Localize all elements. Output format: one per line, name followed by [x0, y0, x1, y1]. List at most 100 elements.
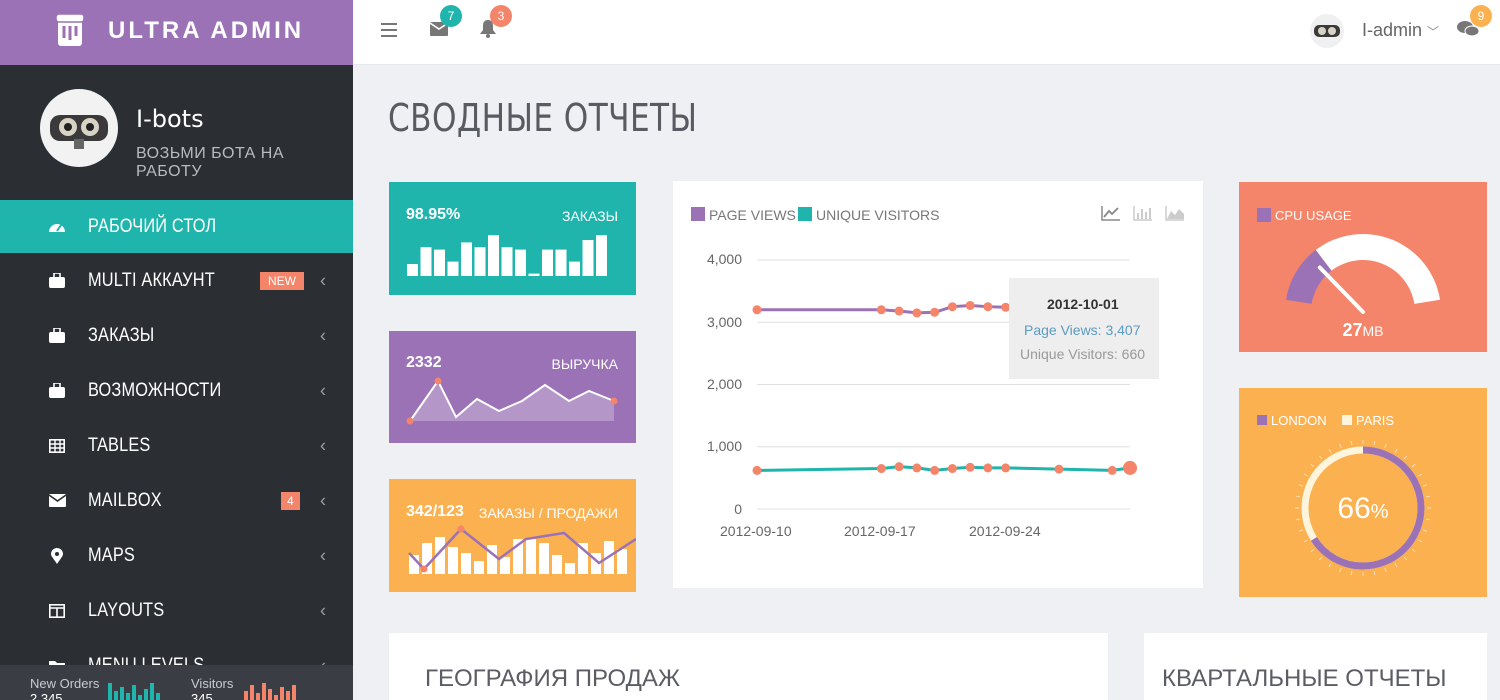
- data-point[interactable]: [876, 464, 886, 474]
- hamburger-menu-icon[interactable]: [381, 23, 397, 37]
- data-point[interactable]: [912, 463, 922, 473]
- chevron-left-icon: ‹: [320, 600, 326, 620]
- sidebar-item-mailbox[interactable]: MAILBOX 4 ‹: [0, 473, 353, 528]
- sidebar-item-features[interactable]: ВОЗМОЖНОСТИ ‹: [0, 363, 353, 418]
- series-line-unique-visitors: [756, 465, 1131, 472]
- donut-tick: [1350, 570, 1353, 576]
- orders-sales-tile[interactable]: 342/123 ЗАКАЗЫ / ПРОДАЖИ: [389, 479, 636, 592]
- data-point[interactable]: [1107, 465, 1117, 475]
- cpu-usage-tile[interactable]: CPU USAGE 27MB: [1239, 182, 1487, 352]
- cpu-gauge-needle: [1317, 265, 1365, 314]
- sparkbar: [447, 261, 459, 276]
- data-point[interactable]: [983, 302, 993, 312]
- columns-icon: [48, 602, 66, 620]
- cpu-value: 27: [1342, 320, 1363, 340]
- data-point[interactable]: [894, 306, 904, 316]
- revenue-label: ВЫРУЧКА: [551, 356, 618, 372]
- sparkbar: [501, 247, 513, 276]
- table-icon: [48, 437, 66, 455]
- orders-value: 98.95%: [406, 206, 461, 223]
- donut-tick: [1350, 440, 1353, 446]
- chevron-left-icon: ‹: [320, 325, 326, 345]
- donut-tick: [1373, 570, 1376, 576]
- donut-tick: [1384, 443, 1387, 449]
- sidebar-menu: РАБОЧИЙ СТОЛ MULTI АККАУНТ NEW ‹ ЗАКАЗЫ …: [0, 200, 353, 693]
- data-point[interactable]: [894, 462, 904, 472]
- map-marker-icon: [48, 547, 66, 565]
- donut-tick: [1298, 529, 1304, 532]
- cpu-legend-swatch: [1257, 208, 1271, 222]
- briefcase-icon: [48, 327, 66, 345]
- sidebar-item-label: РАБОЧИЙ СТОЛ: [88, 215, 217, 237]
- donut-tick: [1318, 556, 1323, 561]
- data-point[interactable]: [1123, 460, 1137, 475]
- sidebar-item-label: MAILBOX: [88, 489, 162, 511]
- sidebar-item-label: MULTI АККАУНТ: [88, 269, 215, 291]
- sidebar-item-label: ЗАКАЗЫ: [88, 324, 155, 346]
- sparkbar: [569, 261, 580, 276]
- cities-tile[interactable]: LONDON PARIS 66%: [1239, 388, 1487, 597]
- donut-tick: [1422, 529, 1428, 532]
- sidebar-item-maps[interactable]: MAPS ‹: [0, 528, 353, 583]
- donut-tick: [1310, 548, 1315, 553]
- donut-tick: [1303, 539, 1308, 543]
- sidebar-item-orders[interactable]: ЗАКАЗЫ ‹: [0, 308, 353, 363]
- donut-tick: [1373, 440, 1376, 446]
- data-point[interactable]: [1001, 463, 1011, 473]
- user-menu-toggle[interactable]: I-admin ﹀: [1362, 20, 1439, 41]
- sidebar-item-multi-account[interactable]: MULTI АККАУНТ NEW ‹: [0, 253, 353, 308]
- orders-label: ЗАКАЗЫ: [562, 208, 618, 224]
- logo-icon: [55, 13, 85, 46]
- data-point[interactable]: [752, 305, 762, 315]
- cpu-unit: MB: [1362, 323, 1384, 339]
- donut-tick: [1328, 448, 1332, 453]
- data-point[interactable]: [752, 465, 762, 475]
- orders-tile[interactable]: 98.95% ЗАКАЗЫ: [389, 182, 636, 295]
- profile-subtitle: ВОЗЬМИ БОТА НА РАБОТУ: [136, 145, 285, 180]
- revenue-tile[interactable]: 2332 ВЫРУЧКА: [389, 331, 636, 443]
- data-point[interactable]: [983, 463, 993, 473]
- sidebar-item-tables[interactable]: TABLES ‹: [0, 418, 353, 473]
- user-avatar[interactable]: [1310, 14, 1344, 48]
- data-point[interactable]: [912, 308, 922, 318]
- robot-avatar-icon: [1314, 25, 1340, 37]
- data-point[interactable]: [930, 307, 940, 317]
- donut-tick: [1394, 448, 1398, 453]
- sidebar-item-layouts[interactable]: LAYOUTS ‹: [0, 583, 353, 638]
- data-point[interactable]: [1054, 464, 1064, 474]
- topbar: 7 3 I-admin ﹀ 9: [353, 0, 1500, 65]
- london-swatch: [1257, 415, 1267, 425]
- data-point[interactable]: [947, 464, 957, 474]
- data-point[interactable]: [965, 300, 975, 310]
- donut-tick: [1403, 556, 1408, 561]
- sparkbar: [434, 249, 445, 276]
- donut-tick: [1339, 443, 1342, 449]
- data-point[interactable]: [965, 462, 975, 472]
- sidebar-item-dashboard[interactable]: РАБОЧИЙ СТОЛ: [0, 200, 353, 253]
- visitors-value: 345: [191, 691, 213, 700]
- data-point[interactable]: [930, 465, 940, 475]
- sidebar-stats: New Orders 2,345 Visitors 345: [0, 665, 353, 700]
- sparkbar: [474, 247, 486, 276]
- notifications-count-badge: 3: [490, 5, 512, 27]
- sidebar-item-label: LAYOUTS: [88, 599, 165, 621]
- chevron-left-icon: ‹: [320, 490, 326, 510]
- chevron-left-icon: ‹: [320, 545, 326, 565]
- sidebar: I-bots ВОЗЬМИ БОТА НА РАБОТУ РАБОЧИЙ СТО…: [0, 65, 353, 700]
- profile-name: I-bots: [136, 105, 204, 133]
- quarterly-reports-card: КВАРТАЛЬНЫЕ ОТЧЕТЫ: [1144, 633, 1487, 700]
- mailbox-count-badge: 4: [281, 491, 300, 510]
- chat-count-badge: 9: [1470, 5, 1492, 27]
- chevron-left-icon: ‹: [320, 380, 326, 400]
- donut-tick: [1328, 563, 1332, 568]
- data-point[interactable]: [947, 302, 957, 312]
- revenue-area-sparkline: [406, 377, 618, 425]
- chevron-left-icon: ‹: [320, 270, 326, 290]
- data-point[interactable]: [876, 305, 886, 315]
- donut-tick: [1422, 484, 1428, 487]
- profile-avatar[interactable]: [40, 89, 118, 167]
- sparkbar: [461, 242, 472, 276]
- sparkbar: [407, 264, 418, 276]
- sidebar-item-label: ВОЗМОЖНОСТИ: [88, 379, 222, 401]
- visitors-sparkbar: [244, 683, 296, 700]
